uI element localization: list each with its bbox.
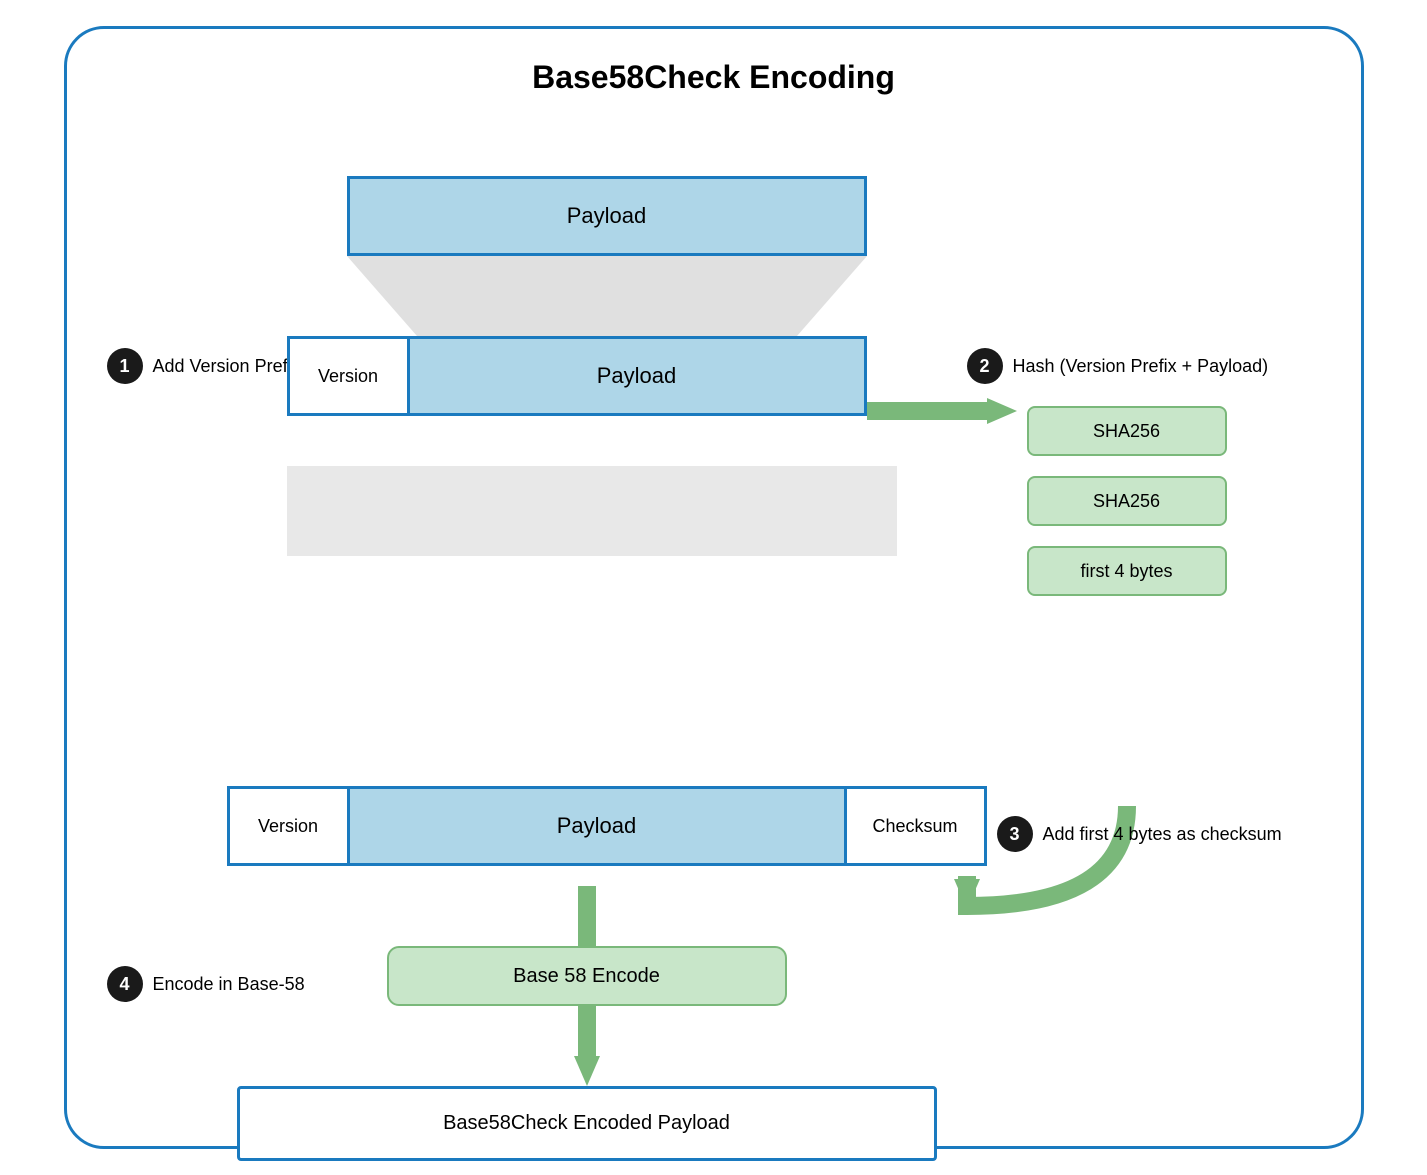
step3-circle: 3 [997, 816, 1033, 852]
version-payload-row: Version Payload [287, 336, 867, 416]
step1-label: 1 Add Version Prefix [107, 348, 301, 384]
diagram-body: Payload 1 Add Version Prefix Version Pay… [107, 126, 1327, 1106]
payload-cell-1: Payload [410, 339, 864, 413]
diagram-container: Base58Check Encoding Payload [64, 26, 1364, 1149]
final-encoded-box: Base58Check Encoded Payload [237, 1086, 937, 1161]
vpc-row: Version Payload Checksum [227, 786, 987, 866]
version-cell-1: Version [290, 339, 410, 413]
step4-circle: 4 [107, 966, 143, 1002]
step2-label: 2 Hash (Version Prefix + Payload) [967, 348, 1269, 384]
version-cell-2: Version [230, 789, 350, 863]
step2-circle: 2 [967, 348, 1003, 384]
base58-encode-box: Base 58 Encode [387, 946, 787, 1006]
diagram-title: Base58Check Encoding [107, 59, 1321, 96]
checksum-cell: Checksum [844, 789, 984, 863]
sha256-box-1: SHA256 [1027, 406, 1227, 456]
step3-label: 3 Add first 4 bytes as checksum [997, 816, 1282, 852]
first4bytes-box: first 4 bytes [1027, 546, 1227, 596]
sha256-box-2: SHA256 [1027, 476, 1227, 526]
step4-label: 4 Encode in Base-58 [107, 966, 305, 1002]
step1-circle: 1 [107, 348, 143, 384]
payload-top-box: Payload [347, 176, 867, 256]
payload-cell-2: Payload [350, 789, 844, 863]
